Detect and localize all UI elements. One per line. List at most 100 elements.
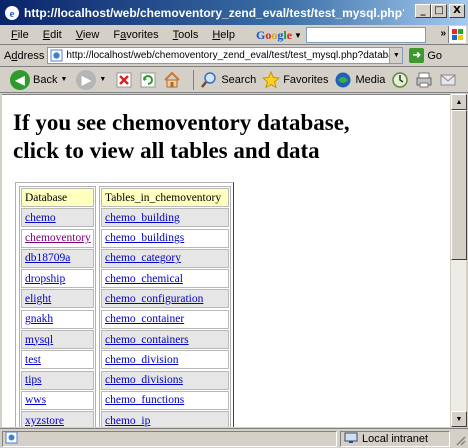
database-header: Database (21, 188, 94, 207)
page-icon (50, 49, 63, 63)
vertical-scrollbar[interactable]: ▲ ▼ (450, 94, 467, 427)
table-link[interactable]: chemo_building (105, 212, 180, 224)
menu-edit[interactable]: Edit (36, 29, 69, 41)
status-text (2, 430, 337, 447)
database-cell: dropship (21, 269, 94, 289)
table-link[interactable]: chemo_divisions (105, 374, 183, 386)
refresh-icon (139, 71, 157, 89)
address-label: Address (4, 49, 45, 62)
database-link[interactable]: chemoventory (25, 232, 91, 244)
database-cell: gnakh (21, 309, 94, 329)
window-title: http://localhost/web/chemoventory_zend_e… (24, 5, 404, 20)
database-cell: elight (21, 289, 94, 309)
tables-header: Tables_in_chemoventory (101, 188, 229, 207)
menu-favorites[interactable]: Favorites (106, 29, 165, 41)
forward-dropdown-icon[interactable]: ▼ (99, 76, 106, 83)
maximize-button[interactable]: □ (431, 4, 447, 18)
database-link[interactable]: dropship (25, 273, 65, 285)
refresh-button[interactable] (139, 71, 157, 89)
address-input[interactable]: http://localhost/web/chemoventory_zend_e… (47, 47, 404, 64)
print-button[interactable] (415, 71, 433, 89)
address-bar: Address http://localhost/web/chemoventor… (0, 45, 468, 67)
minimize-button[interactable]: _ (415, 4, 431, 18)
star-icon (262, 70, 281, 89)
table-link[interactable]: chemo_container (105, 313, 184, 325)
table-link[interactable]: chemo_division (105, 354, 178, 366)
stop-button[interactable] (115, 71, 133, 89)
table-cell: chemo_functions (101, 390, 229, 410)
close-button[interactable]: X (449, 4, 465, 18)
resize-grip-icon[interactable] (454, 434, 466, 446)
back-arrow-icon: ◀ (10, 69, 30, 90)
title-bar: e http://localhost/web/chemoventory_zend… (0, 0, 468, 25)
address-dropdown-icon[interactable]: ▼ (389, 48, 403, 63)
standard-toolbar: ◀ Back ▼ ▶ ▼ Search Favorites Media (0, 67, 468, 93)
table-link[interactable]: chemo_chemical (105, 273, 183, 285)
menu-tools[interactable]: Tools (166, 29, 206, 41)
ie-icon: e (4, 5, 20, 21)
database-link[interactable]: xyzstore (25, 415, 64, 427)
menu-file[interactable]: File (4, 29, 36, 41)
go-button[interactable]: ➜ Go (409, 48, 442, 63)
favorites-button[interactable]: Favorites (262, 70, 328, 89)
windows-logo-icon (448, 26, 466, 43)
address-url: http://localhost/web/chemoventory_zend_e… (66, 50, 404, 61)
page-status-icon (5, 431, 18, 447)
databases-table: Database chemo chemoventory db18709a dropsh… (15, 182, 234, 427)
forward-button[interactable]: ▶ ▼ (76, 69, 109, 90)
database-link[interactable]: mysql (25, 334, 53, 346)
status-bar: Local intranet (0, 428, 468, 448)
search-icon (200, 71, 218, 89)
database-cell: tips (21, 370, 94, 390)
table-cell: chemo_building (101, 208, 229, 228)
database-link[interactable]: db18709a (25, 252, 70, 264)
stop-icon (115, 71, 133, 89)
table-cell: chemo_containers (101, 330, 229, 350)
menu-view[interactable]: View (69, 29, 107, 41)
google-dropdown-icon[interactable]: ▼ (294, 31, 302, 40)
database-column: Database chemo chemoventory db18709a dropsh… (19, 186, 96, 427)
media-icon (334, 71, 352, 89)
table-cell: chemo_chemical (101, 269, 229, 289)
go-arrow-icon: ➜ (409, 48, 425, 63)
database-link[interactable]: wws (25, 394, 46, 406)
database-cell: wws (21, 390, 94, 410)
database-link[interactable]: chemo (25, 212, 56, 224)
security-zone: Local intranet (340, 431, 450, 447)
media-button[interactable]: Media (334, 71, 385, 89)
scroll-down-icon[interactable]: ▼ (451, 411, 467, 427)
home-button[interactable] (163, 71, 181, 89)
menu-help[interactable]: Help (205, 29, 242, 41)
scroll-thumb[interactable] (451, 110, 467, 260)
table-link[interactable]: chemo_functions (105, 394, 184, 406)
toolbar-separator (193, 69, 195, 90)
back-dropdown-icon[interactable]: ▼ (60, 76, 67, 83)
google-toolbar: Google ▼ (256, 26, 426, 44)
database-link[interactable]: test (25, 354, 41, 366)
mail-button[interactable] (439, 71, 457, 89)
page-heading: If you see chemoventory database, click … (13, 110, 350, 163)
google-search-input[interactable] (305, 27, 426, 43)
table-link[interactable]: chemo_buildings (105, 232, 184, 244)
printer-icon (415, 71, 433, 89)
google-logo-button[interactable]: Google (256, 28, 292, 43)
table-link[interactable]: chemo_category (105, 252, 181, 264)
back-button[interactable]: ◀ Back ▼ (10, 69, 70, 90)
toolbar-overflow-icon[interactable]: » (440, 28, 446, 39)
table-cell: chemo_configuration (101, 289, 229, 309)
tables-column: Tables_in_chemoventory chemo_buildingche… (99, 186, 231, 427)
search-button[interactable]: Search (200, 71, 256, 89)
database-link[interactable]: gnakh (25, 313, 53, 325)
scroll-up-icon[interactable]: ▲ (451, 94, 467, 110)
mail-icon (439, 71, 457, 89)
table-cell: chemo_ip (101, 411, 229, 427)
history-icon (391, 71, 409, 89)
database-link[interactable]: tips (25, 374, 42, 386)
database-cell: chemoventory (21, 228, 94, 248)
table-link[interactable]: chemo_containers (105, 334, 189, 346)
database-cell: xyzstore (21, 411, 94, 427)
table-link[interactable]: chemo_ip (105, 415, 150, 427)
database-link[interactable]: elight (25, 293, 51, 305)
table-link[interactable]: chemo_configuration (105, 293, 203, 305)
history-button[interactable] (391, 71, 409, 89)
